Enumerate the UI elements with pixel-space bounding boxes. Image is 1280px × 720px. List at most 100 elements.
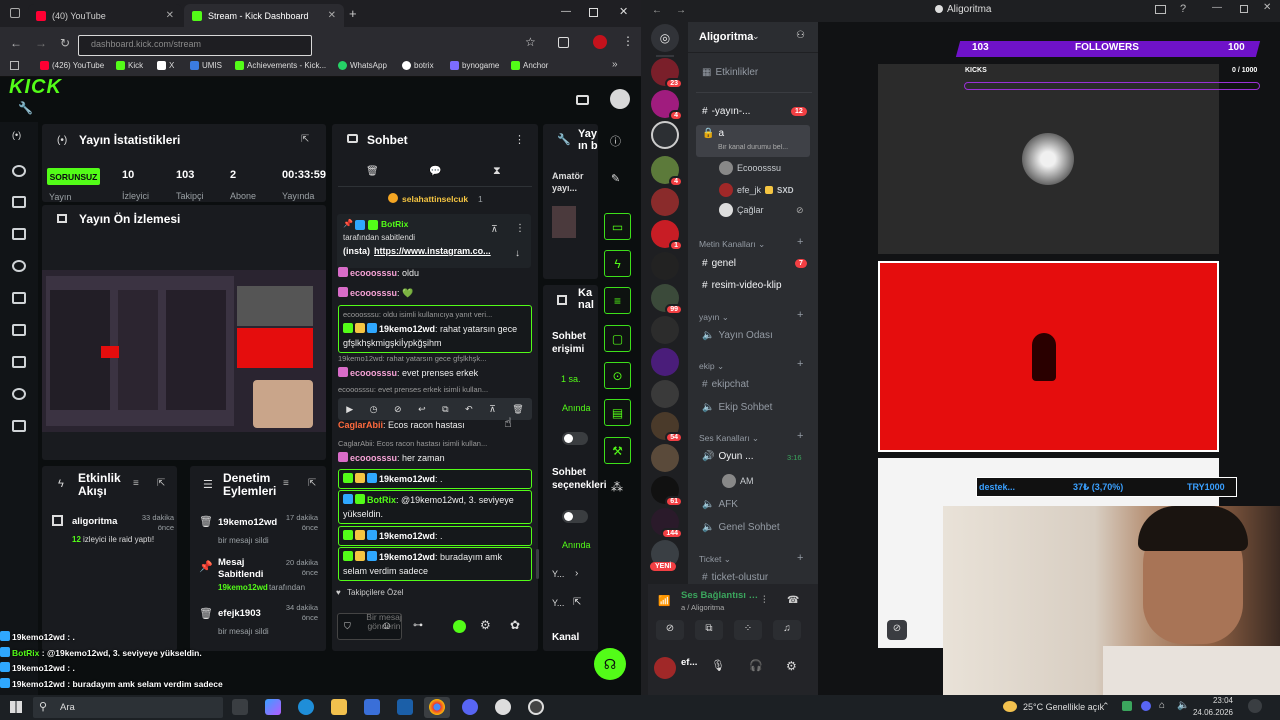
link-icon[interactable]	[12, 165, 26, 177]
bookmark-anchor[interactable]: Anchor	[511, 61, 548, 70]
bookmark-botrix[interactable]: botrix	[402, 61, 434, 70]
server-icon[interactable]	[651, 316, 679, 344]
close-icon[interactable]: ✕	[166, 10, 174, 21]
reload-icon[interactable]: ↻	[60, 36, 70, 50]
chevron-down-icon[interactable]: ↓	[515, 248, 520, 259]
notification-icon[interactable]	[1248, 699, 1262, 713]
voice-user[interactable]: efe_jk SXD	[719, 183, 793, 197]
server-icon[interactable]: 144	[651, 508, 683, 539]
kick-emote-icon[interactable]	[453, 620, 466, 633]
pin-icon[interactable]: ⊼	[491, 224, 498, 235]
voice-user[interactable]: Çağlar	[719, 203, 764, 217]
back-icon[interactable]: ←	[652, 5, 662, 16]
tool-button-wrench[interactable]: ⚒	[604, 437, 631, 464]
category-yayin[interactable]: yayın ⌄	[699, 312, 729, 323]
popout-icon[interactable]: ⇱	[573, 597, 581, 608]
pinned-user[interactable]: BotRix	[381, 219, 408, 229]
profile-avatar[interactable]	[593, 35, 607, 49]
popout-icon[interactable]: ⇱	[308, 478, 316, 489]
chat-message[interactable]: ecooosssu: evet prenses erkek isimli kul…	[338, 383, 532, 397]
mod-user[interactable]: efejk1903	[218, 608, 261, 619]
channel-genel[interactable]: # genel	[702, 258, 736, 269]
voice-user[interactable]: Ecooosssu	[719, 161, 781, 175]
server-icon[interactable]: 61	[651, 476, 683, 507]
muted-mic-icon[interactable]: ⊘	[887, 620, 907, 640]
tool-button-bolt[interactable]: ϟ	[604, 250, 631, 277]
kick-logo[interactable]: KICK	[9, 76, 62, 99]
add-user-icon[interactable]: ⚇	[796, 30, 805, 41]
apps-icon[interactable]: ⁂	[611, 480, 623, 494]
media-icon[interactable]	[12, 292, 26, 304]
category-ekip[interactable]: ekip ⌄	[699, 361, 724, 372]
store-icon[interactable]	[364, 699, 380, 715]
add-channel-icon[interactable]: +	[797, 552, 803, 564]
analytics-icon[interactable]	[12, 324, 26, 336]
tool-button-media[interactable]: ▤	[604, 399, 631, 426]
weather-text[interactable]: 25°C Genellikle açık	[1023, 702, 1104, 712]
events-item[interactable]: ▦ Etkinlikler	[702, 67, 758, 78]
discord-icon[interactable]	[462, 699, 478, 715]
link-icon[interactable]: ⊶	[413, 620, 423, 631]
back-icon[interactable]: ←	[10, 36, 22, 50]
add-channel-icon[interactable]: +	[797, 309, 803, 321]
server-icon[interactable]	[651, 348, 679, 376]
tab-youtube[interactable]: (40) YouTube ✕	[28, 4, 182, 27]
bookmarks-overflow-icon[interactable]: »	[612, 59, 618, 70]
pencil-icon[interactable]: ✎	[611, 172, 620, 185]
tab-kick-dashboard[interactable]: Stream - Kick Dashboard ✕	[184, 4, 344, 27]
noise-icon[interactable]: ⫶	[763, 595, 766, 606]
mod-user[interactable]: 19kemo12wd	[218, 517, 277, 528]
category-voice[interactable]: Ses Kanalları ⌄	[699, 433, 759, 444]
obs-icon[interactable]	[495, 699, 511, 715]
toggle-switch[interactable]	[562, 432, 588, 445]
chart-icon[interactable]	[12, 228, 26, 240]
pinned-link[interactable]: https://www.instagram.co...	[374, 246, 502, 256]
wrench-icon[interactable]: 🔧	[18, 101, 33, 115]
tools-icon[interactable]	[12, 356, 26, 368]
inbox-icon[interactable]	[1155, 5, 1166, 14]
hourglass-icon[interactable]: ⧗	[493, 165, 501, 178]
channel-yayin[interactable]: # -yayın-...	[702, 106, 750, 117]
bookmark-umis[interactable]: UMIS	[190, 61, 222, 70]
close-window-button[interactable]: ✕	[619, 5, 628, 18]
voice-user[interactable]: AM	[722, 474, 754, 488]
trash-icon[interactable]: 🗑	[512, 404, 523, 415]
server-icon[interactable]	[651, 444, 679, 472]
screen-share-button[interactable]: ⧉	[695, 620, 723, 640]
camera-off-button[interactable]: ⊘	[656, 620, 684, 640]
play-icon[interactable]: ▶	[346, 404, 353, 415]
popout-icon[interactable]: ⇱	[301, 134, 309, 145]
chat-message[interactable]: 19kemo12wd: .	[338, 469, 532, 489]
taskbar-search[interactable]: ⚲ Ara	[33, 697, 223, 718]
chevron-down-icon[interactable]: ⌄	[752, 31, 760, 42]
stream-preview[interactable]	[42, 270, 326, 432]
extensions-icon[interactable]	[558, 37, 569, 48]
window-icon[interactable]	[12, 196, 26, 208]
task-view-icon[interactable]	[232, 699, 248, 715]
chat-message[interactable]: 19kemo12wd: rahat yatarsın gece gfşlkhşk…	[338, 352, 532, 380]
bookmark-bynogame[interactable]: bynogame	[450, 61, 499, 70]
channel-ticket[interactable]: # ticket-olustur	[702, 572, 768, 583]
chrome-icon[interactable]	[429, 699, 445, 715]
ban-icon[interactable]: ⊘	[394, 404, 402, 415]
avatar[interactable]	[654, 657, 676, 679]
chevron-right-icon[interactable]: ›	[575, 568, 578, 579]
volume-icon[interactable]: 🔈	[1177, 700, 1189, 711]
self-username[interactable]: ef...	[681, 657, 697, 668]
popout-icon[interactable]: ⇱	[157, 478, 165, 489]
timeout-icon[interactable]: ◷	[370, 404, 378, 415]
trophy-icon[interactable]	[12, 260, 26, 272]
channel-resim-video-klip[interactable]: # resim-video-klip	[702, 280, 782, 291]
category-ticket[interactable]: Ticket ⌄	[699, 554, 731, 565]
chat-message[interactable]: ecooosssu: 💚	[338, 286, 532, 300]
chat-message[interactable]: ecooosssu: oldu isimli kullanıcıya yanıt…	[338, 305, 532, 353]
bookmark-youtube[interactable]: (426) YouTube	[40, 61, 104, 70]
tool-button-list[interactable]: ≡	[604, 287, 631, 314]
maximize-button[interactable]	[1240, 5, 1248, 13]
info-icon[interactable]: ⓘ	[610, 133, 621, 149]
reply-icon[interactable]: ↩	[418, 404, 426, 415]
option-row[interactable]: Y...	[552, 569, 564, 579]
tab-search-icon[interactable]	[10, 8, 20, 18]
option-row[interactable]: Y...	[552, 598, 564, 608]
chat-input[interactable]: ⛉ Bir mesaj gönderin	[337, 613, 402, 640]
